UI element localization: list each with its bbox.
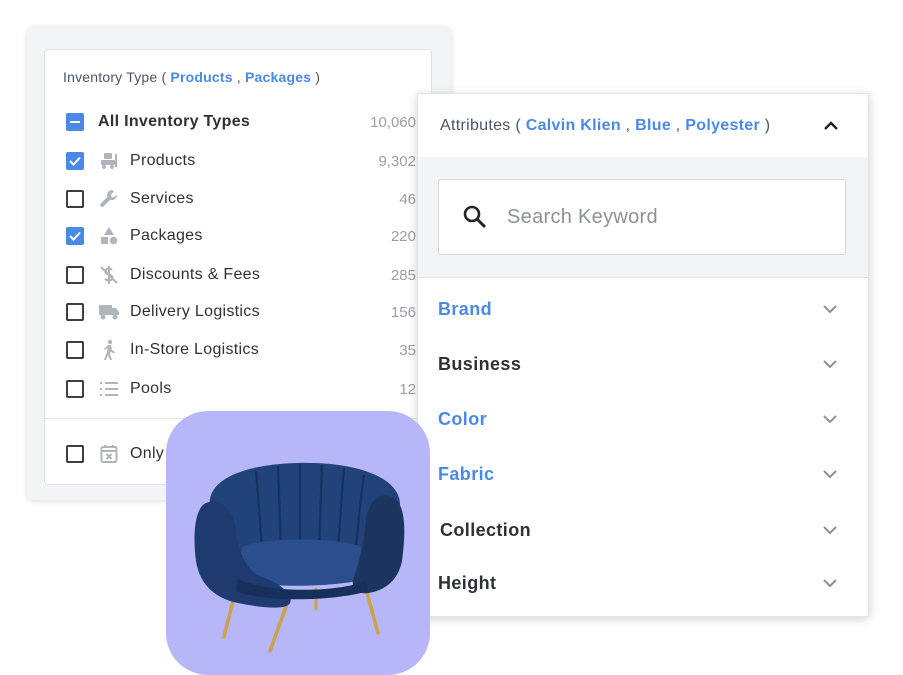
attribute-label: Collection [440,519,532,540]
attributes-panel: Attributes ( Calvin Klien , Blue , Polye… [417,93,869,617]
inventory-row-count: 12 [399,380,416,398]
attribute-label: Fabric [438,463,495,484]
shapes-icon [98,225,120,247]
delivery-logistics-checkbox[interactable] [66,303,84,321]
forklift-icon [98,150,120,172]
truck-icon [98,301,120,323]
inventory-row-label: Pools [130,380,172,397]
chevron-down-icon[interactable] [822,578,838,588]
attribute-row-brand[interactable]: Brand [438,294,838,324]
in-store-logistics-checkbox[interactable] [66,341,84,359]
attribute-row-collection[interactable]: Collection [440,515,838,545]
attribute-row-color[interactable]: Color [438,404,838,434]
products-checkbox[interactable] [66,152,84,170]
inventory-row-count: 10,060 [370,113,416,131]
pools-checkbox[interactable] [66,380,84,398]
attribute-label: Height [438,572,497,593]
search-icon [463,205,487,229]
list-icon [98,378,120,400]
attribute-label: Business [438,353,522,374]
inventory-row-delivery-logistics[interactable]: Delivery Logistics 156 [66,300,416,324]
inventory-row-label: All Inventory Types [98,113,251,130]
attributes-title: Attributes ( Calvin Klien , Blue , Polye… [440,116,771,134]
chevron-down-icon[interactable] [822,525,838,535]
selected-inventory-products: Products [170,69,233,85]
attribute-label: Brand [438,298,493,319]
product-image-card [166,411,430,675]
selected-inventory-packages: Packages [244,69,312,85]
inventory-row-count: 156 [390,303,416,321]
inventory-row-services[interactable]: Services 46 [66,187,416,211]
chevron-down-icon[interactable] [822,414,838,424]
inventory-row-label: Discounts & Fees [130,266,261,283]
inventory-row-label: Packages [130,227,203,244]
inventory-row-count: 9,302 [378,152,416,170]
armchair-image [194,462,405,653]
wrench-icon [98,188,120,210]
only-label: Only [130,445,165,462]
services-checkbox[interactable] [66,190,84,208]
selected-attribute-fabric: Polyester [685,116,761,134]
all-inventory-checkbox[interactable] [66,113,84,131]
inventory-row-discounts-fees[interactable]: Discounts & Fees 285 [66,263,416,287]
attribute-row-height[interactable]: Height [438,568,838,598]
inventory-row-label: Delivery Logistics [130,303,260,320]
chevron-up-icon[interactable] [822,118,840,132]
inventory-row-pools[interactable]: Pools 12 [66,377,416,401]
selected-attribute-color: Blue [635,116,672,134]
inventory-row-label: In-Store Logistics [130,341,260,358]
inventory-row-count: 46 [399,190,416,208]
no-dollar-icon [98,264,120,286]
attributes-header[interactable]: Attributes ( Calvin Klien , Blue , Polye… [418,94,868,157]
search-area [418,157,868,278]
inventory-row-packages[interactable]: Packages 220 [66,224,416,248]
attribute-row-business[interactable]: Business [438,349,838,379]
attribute-label: Color [438,408,487,429]
attribute-row-fabric[interactable]: Fabric [438,459,838,489]
search-box[interactable] [438,179,846,255]
calendar-x-icon [98,443,120,465]
inventory-row-count: 220 [390,227,416,245]
inventory-row-all[interactable]: All Inventory Types 10,060 [66,110,416,134]
inventory-row-label: Services [130,190,194,207]
search-input[interactable] [505,204,809,230]
selected-attribute-brand: Calvin Klien [525,116,621,134]
only-checkbox[interactable] [66,445,84,463]
inventory-type-title: Inventory Type ( Products , Packages ) [63,69,321,85]
inventory-row-in-store-logistics[interactable]: In-Store Logistics 35 [66,338,416,362]
chevron-down-icon[interactable] [822,469,838,479]
chevron-down-icon[interactable] [822,304,838,314]
discounts-fees-checkbox[interactable] [66,266,84,284]
inventory-row-count: 285 [390,266,416,284]
walking-person-icon [98,339,120,361]
chevron-down-icon[interactable] [822,359,838,369]
inventory-row-products[interactable]: Products 9,302 [66,149,416,173]
inventory-row-count: 35 [399,341,416,359]
packages-checkbox[interactable] [66,227,84,245]
inventory-row-label: Products [130,152,196,169]
